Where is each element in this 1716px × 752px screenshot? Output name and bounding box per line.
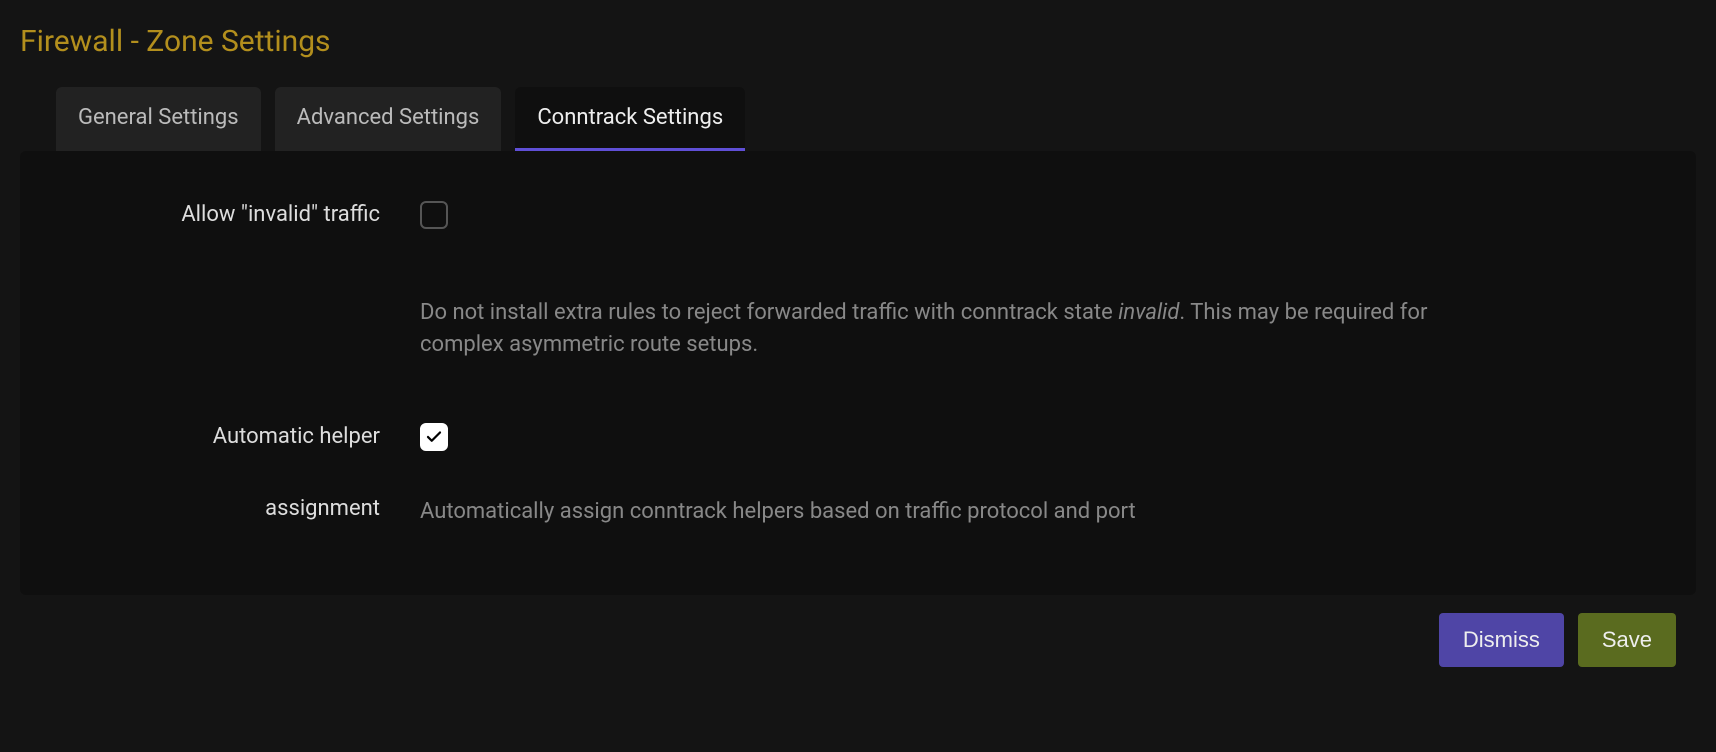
checkbox-auto-helper[interactable] (420, 423, 448, 451)
footer: Dismiss Save (20, 595, 1696, 667)
dismiss-button[interactable]: Dismiss (1439, 613, 1564, 667)
row-auto-helper: Automatic helper assignment Automaticall… (60, 421, 1656, 528)
desc-allow-invalid: Do not install extra rules to reject for… (420, 297, 1500, 361)
settings-panel: Allow "invalid" traffic Do not install e… (20, 151, 1696, 595)
desc-allow-invalid-pre: Do not install extra rules to reject for… (420, 300, 1118, 325)
desc-auto-helper: Automatically assign conntrack helpers b… (420, 496, 1500, 528)
label-auto-helper: Automatic helper assignment (60, 421, 420, 525)
label-auto-helper-line1: Automatic helper (60, 421, 380, 453)
page-title: Firewall - Zone Settings (0, 0, 1716, 87)
label-allow-invalid: Allow "invalid" traffic (60, 199, 420, 231)
checkbox-allow-invalid[interactable] (420, 201, 448, 229)
row-allow-invalid: Allow "invalid" traffic Do not install e… (60, 199, 1656, 361)
tab-general-settings[interactable]: General Settings (56, 87, 261, 151)
label-auto-helper-line2: assignment (60, 493, 380, 525)
tab-conntrack-settings[interactable]: Conntrack Settings (515, 87, 745, 151)
main-area: General Settings Advanced Settings Connt… (0, 87, 1716, 667)
tab-advanced-settings[interactable]: Advanced Settings (275, 87, 502, 151)
check-icon (425, 428, 443, 446)
tabs: General Settings Advanced Settings Connt… (20, 87, 1696, 151)
save-button[interactable]: Save (1578, 613, 1676, 667)
desc-allow-invalid-em: invalid (1118, 300, 1179, 325)
